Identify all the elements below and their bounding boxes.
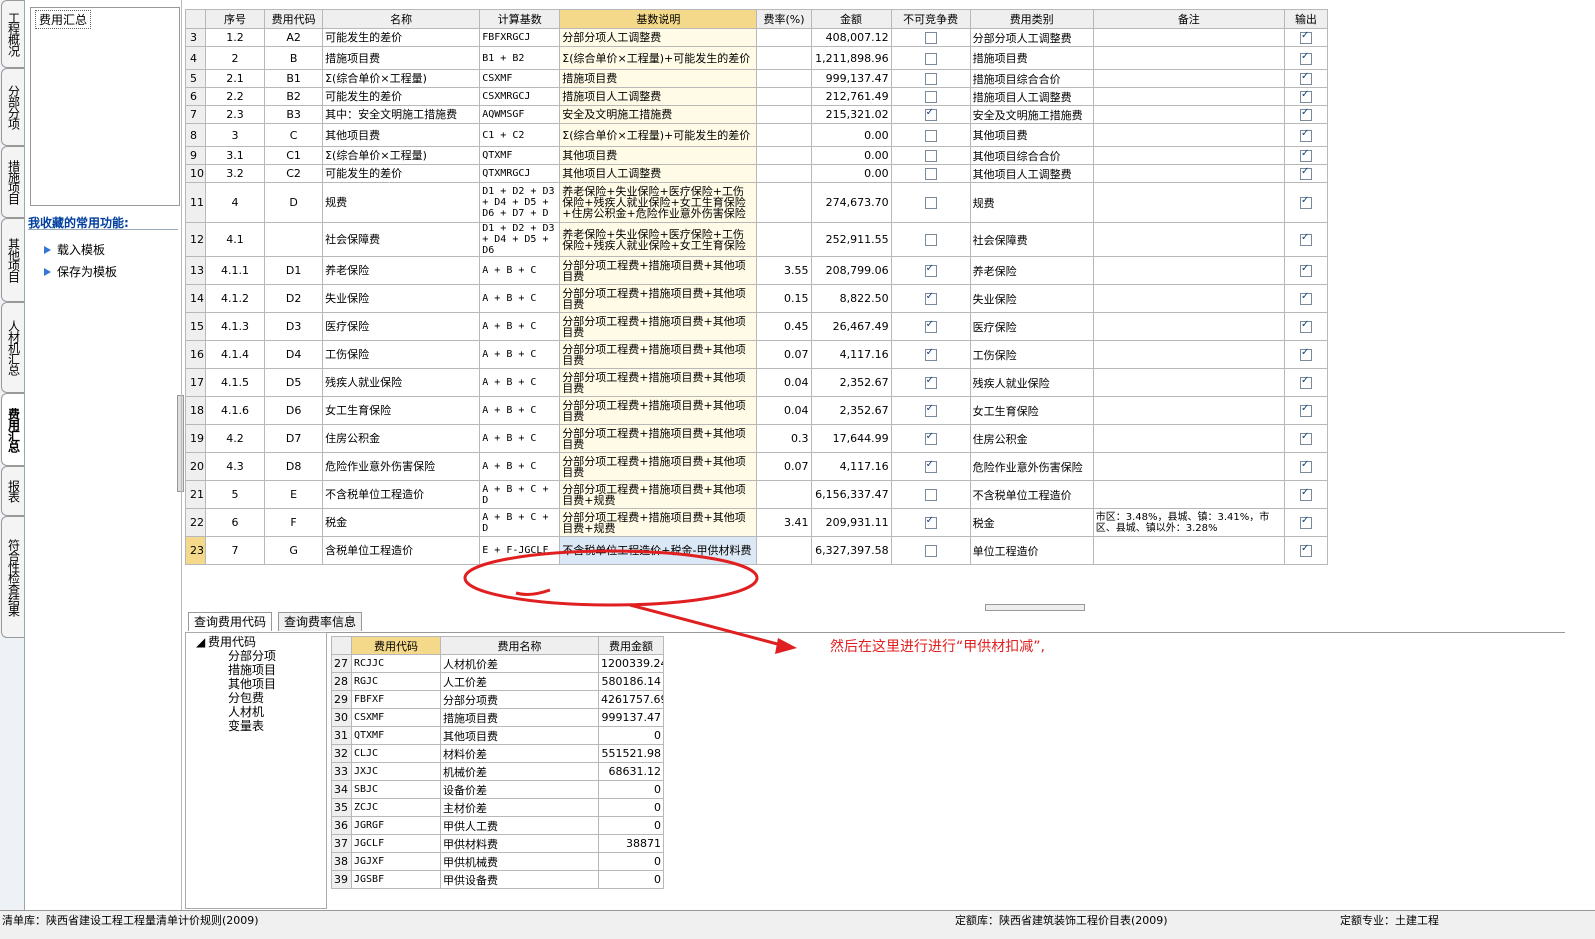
annotation-overlay <box>463 549 797 654</box>
status-quota-discipline: 定额专业：土建工程 <box>1340 914 1439 927</box>
annotation-text: 然后在这里进行进行“甲供材扣减”, <box>830 639 1045 655</box>
annotation-arrow-head <box>775 638 797 654</box>
annotation-underline <box>515 588 551 596</box>
status-bill-library: 清单库：陕西省建设工程工程量清单计价规则(2009) <box>2 914 259 927</box>
annotation-circle <box>463 549 759 607</box>
status-quota-library: 定额库：陕西省建筑装饰工程价目表(2009) <box>955 914 1168 927</box>
annotation-arrow-line <box>629 603 786 648</box>
status-bar: 清单库：陕西省建设工程工程量清单计价规则(2009) 定额库：陕西省建筑装饰工程… <box>0 910 1595 939</box>
